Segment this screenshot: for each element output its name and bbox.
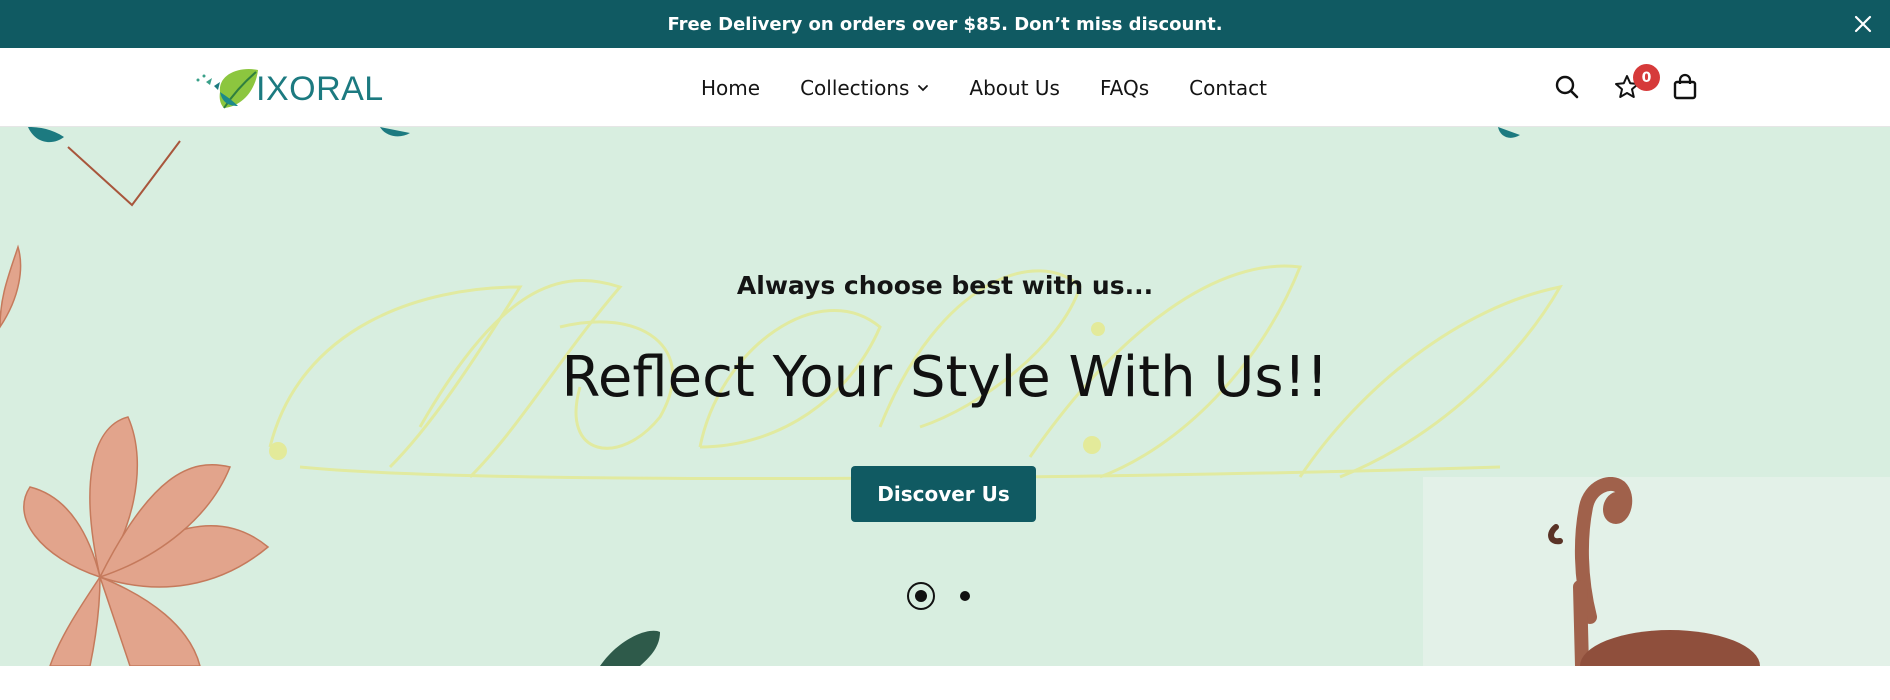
nav-about-us[interactable]: About Us [969, 76, 1060, 100]
flamingo-figure [1548, 477, 1760, 666]
nav-faqs-label: FAQs [1099, 75, 1150, 100]
logo-text: IXORAL [256, 69, 384, 108]
search-icon[interactable] [1550, 70, 1584, 104]
site-header: IXORAL Home Collections About Us FAQs Co… [0, 48, 1890, 127]
slide-dot-2[interactable] [960, 591, 970, 601]
logo[interactable]: IXORAL [192, 62, 384, 116]
nav-about-label: About Us [969, 75, 1060, 100]
slide-dot-1[interactable] [907, 582, 935, 610]
chevron-down-icon [918, 84, 929, 91]
close-icon[interactable] [1850, 11, 1876, 37]
nav-faqs[interactable]: FAQs [1100, 76, 1149, 100]
wishlist-count-badge: 0 [1633, 64, 1660, 91]
hero-subtitle: Always choose best with us... [736, 271, 1154, 300]
nav-collections[interactable]: Collections [800, 76, 929, 100]
nav-contact-label: Contact [1189, 75, 1267, 100]
nav-collections-label: Collections [800, 75, 910, 100]
nav-home[interactable]: Home [701, 76, 760, 100]
nav-contact[interactable]: Contact [1189, 76, 1267, 100]
shopping-bag-icon[interactable] [1668, 70, 1702, 104]
hero-title: Reflect Your Style With Us!! [561, 345, 1329, 410]
hero-banner: Always choose best with us... Reflect Yo… [0, 127, 1890, 666]
discover-us-button[interactable]: Discover Us [851, 466, 1036, 522]
leaf-logo-icon [196, 68, 258, 109]
announcement-text: Free Delivery on orders over $85. Don’t … [667, 13, 1223, 35]
announcement-bar: Free Delivery on orders over $85. Don’t … [0, 0, 1890, 48]
main-nav: Home Collections About Us FAQs Contact [701, 48, 1267, 127]
nav-home-label: Home [701, 75, 761, 100]
